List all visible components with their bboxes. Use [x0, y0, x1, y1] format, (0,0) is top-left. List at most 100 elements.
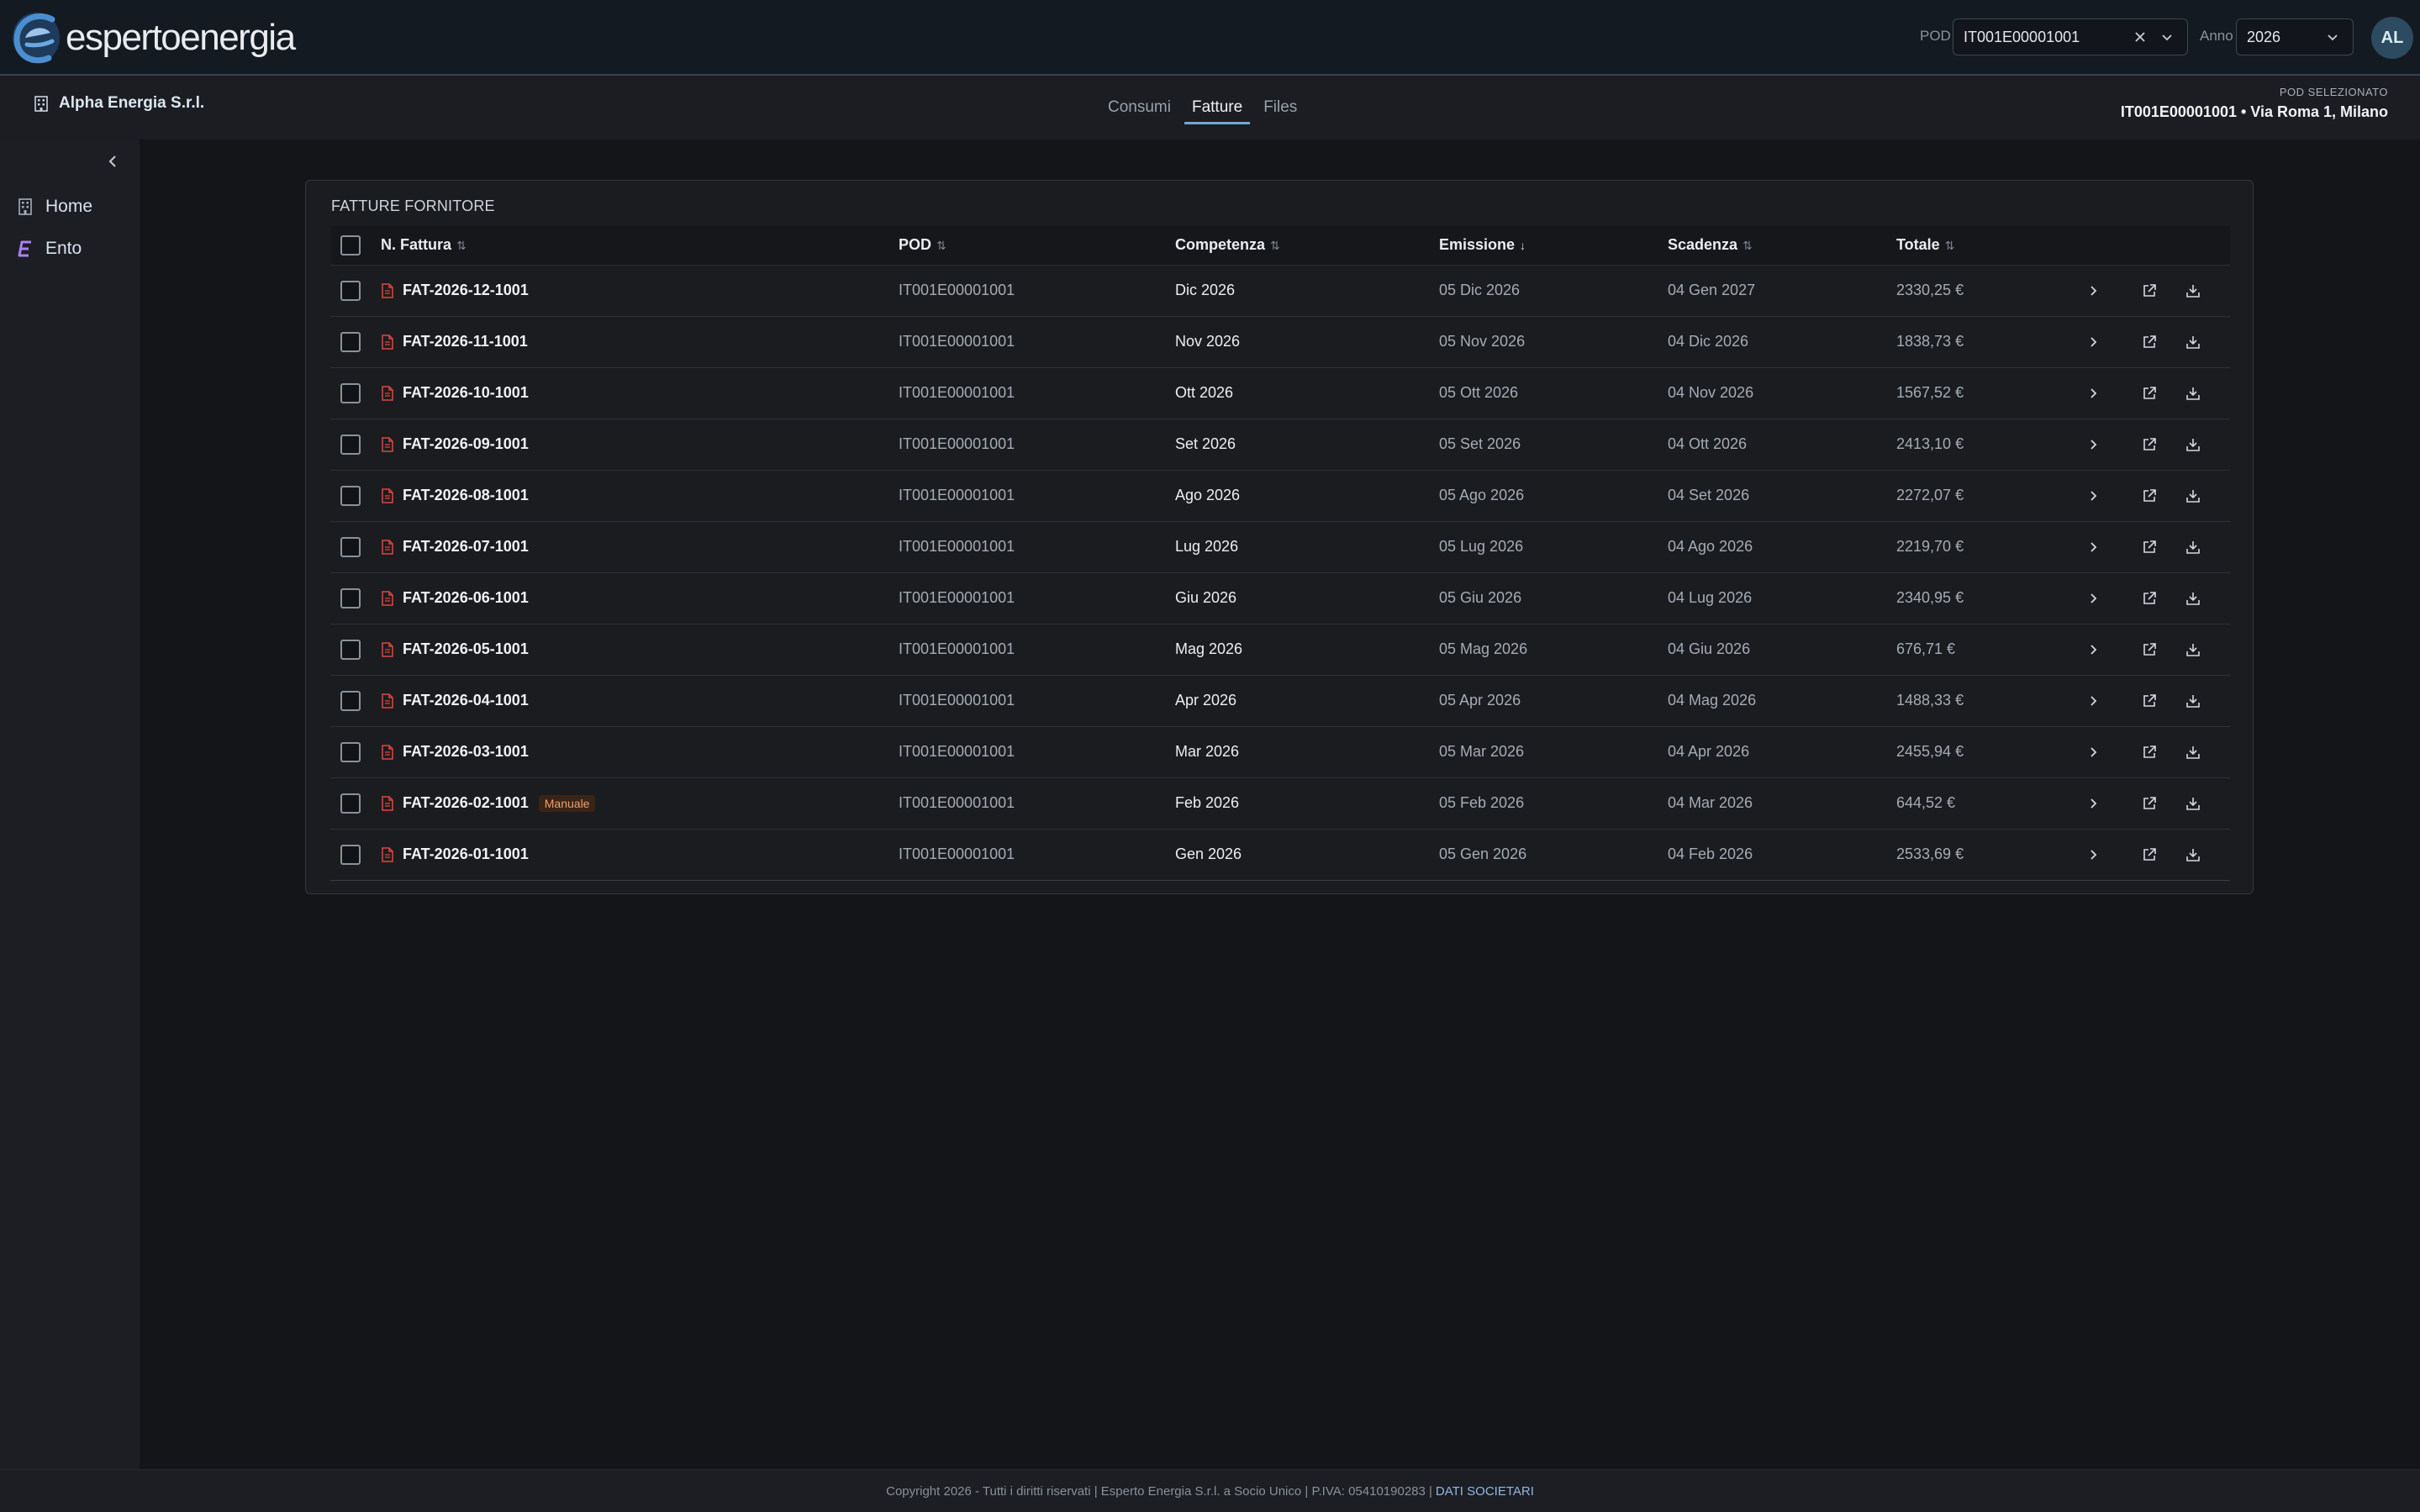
- open-external-icon[interactable]: [2138, 484, 2161, 508]
- invoice-number-cell[interactable]: FAT-2026-11-1001: [381, 316, 899, 367]
- sidebar-item-ento[interactable]: Ento: [17, 239, 82, 259]
- row-checkbox[interactable]: [340, 280, 361, 301]
- chevron-right-icon[interactable]: [2081, 740, 2105, 764]
- chevron-down-icon[interactable]: [2322, 27, 2343, 47]
- row-checkbox[interactable]: [340, 639, 361, 660]
- open-external-icon[interactable]: [2138, 792, 2161, 815]
- row-checkbox[interactable]: [340, 741, 361, 762]
- chevron-right-icon[interactable]: [2081, 433, 2105, 456]
- row-checkbox[interactable]: [340, 382, 361, 403]
- col-header-totale[interactable]: Totale ⇅: [1896, 226, 2081, 265]
- open-external-icon[interactable]: [2138, 279, 2161, 303]
- open-external-icon[interactable]: [2138, 843, 2161, 867]
- download-icon[interactable]: [2181, 433, 2205, 456]
- invoice-number-cell[interactable]: FAT-2026-05-1001: [381, 624, 899, 675]
- col-header-scadenza[interactable]: Scadenza ⇅: [1668, 226, 1896, 265]
- invoice-number-cell[interactable]: FAT-2026-03-1001: [381, 726, 899, 777]
- invoice-number-cell[interactable]: FAT-2026-01-1001: [381, 829, 899, 880]
- table-row[interactable]: FAT-2026-02-1001 Manuale IT001E00001001 F…: [330, 777, 2230, 829]
- chevron-right-icon[interactable]: [2081, 484, 2105, 508]
- table-row[interactable]: FAT-2026-12-1001 IT001E00001001 Dic 2026…: [330, 265, 2230, 316]
- open-external-icon[interactable]: [2138, 535, 2161, 559]
- year-select[interactable]: 2026: [2236, 18, 2354, 55]
- download-icon[interactable]: [2181, 330, 2205, 354]
- invoice-number-cell[interactable]: FAT-2026-12-1001: [381, 265, 899, 316]
- chevron-right-icon[interactable]: [2081, 638, 2105, 661]
- open-external-icon[interactable]: [2138, 382, 2161, 405]
- table-row[interactable]: FAT-2026-01-1001 IT001E00001001 Gen 2026…: [330, 829, 2230, 880]
- invoice-number-cell[interactable]: FAT-2026-08-1001: [381, 470, 899, 521]
- row-checkbox[interactable]: [340, 793, 361, 814]
- pdf-file-icon: [382, 642, 393, 657]
- download-icon[interactable]: [2181, 792, 2205, 815]
- tab-fatture[interactable]: Fatture: [1182, 76, 1252, 140]
- download-icon[interactable]: [2181, 279, 2205, 303]
- user-avatar[interactable]: AL: [2371, 17, 2413, 59]
- chevron-right-icon[interactable]: [2081, 382, 2105, 405]
- open-external-icon[interactable]: [2138, 587, 2161, 610]
- sidebar-item-home[interactable]: Home: [17, 197, 92, 217]
- clear-icon[interactable]: [2130, 27, 2150, 47]
- invoice-number-cell[interactable]: FAT-2026-07-1001: [381, 521, 899, 572]
- table-row[interactable]: FAT-2026-11-1001 IT001E00001001 Nov 2026…: [330, 316, 2230, 367]
- table-row[interactable]: FAT-2026-03-1001 IT001E00001001 Mar 2026…: [330, 726, 2230, 777]
- pod-select[interactable]: IT001E00001001: [1953, 18, 2188, 55]
- scadenza-cell: 04 Feb 2026: [1668, 846, 1753, 862]
- open-external-icon[interactable]: [2138, 638, 2161, 661]
- table-row[interactable]: FAT-2026-08-1001 IT001E00001001 Ago 2026…: [330, 470, 2230, 521]
- chevron-down-icon[interactable]: [2157, 27, 2177, 47]
- dati-societari-link[interactable]: DATI SOCIETARI: [1436, 1484, 1534, 1499]
- chevron-right-icon[interactable]: [2081, 535, 2105, 559]
- open-external-icon[interactable]: [2138, 689, 2161, 713]
- tab-files[interactable]: Files: [1253, 76, 1307, 140]
- totale-cell: 1488,33 €: [1896, 692, 1964, 709]
- emissione-cell: 05 Apr 2026: [1439, 692, 1521, 709]
- row-checkbox[interactable]: [340, 331, 361, 352]
- download-icon[interactable]: [2181, 535, 2205, 559]
- chevron-right-icon[interactable]: [2081, 587, 2105, 610]
- row-checkbox[interactable]: [340, 587, 361, 608]
- row-checkbox[interactable]: [340, 434, 361, 455]
- chevron-right-icon[interactable]: [2081, 792, 2105, 815]
- tab-consumi[interactable]: Consumi: [1098, 76, 1181, 140]
- chevron-left-icon[interactable]: [104, 153, 121, 170]
- row-checkbox[interactable]: [340, 690, 361, 711]
- col-header-competenza[interactable]: Competenza ⇅: [1175, 226, 1439, 265]
- competenza-cell: Lug 2026: [1175, 538, 1239, 555]
- chevron-right-icon[interactable]: [2081, 279, 2105, 303]
- chevron-right-icon[interactable]: [2081, 843, 2105, 867]
- invoice-number-cell[interactable]: FAT-2026-10-1001: [381, 367, 899, 419]
- select-all-checkbox[interactable]: [340, 234, 361, 256]
- chevron-right-icon[interactable]: [2081, 330, 2105, 354]
- row-checkbox[interactable]: [340, 844, 361, 865]
- table-row[interactable]: FAT-2026-06-1001 IT001E00001001 Giu 2026…: [330, 572, 2230, 624]
- competenza-cell: Ago 2026: [1175, 487, 1241, 503]
- open-external-icon[interactable]: [2138, 740, 2161, 764]
- row-checkbox[interactable]: [340, 485, 361, 506]
- table-row[interactable]: FAT-2026-05-1001 IT001E00001001 Mag 2026…: [330, 624, 2230, 675]
- download-icon[interactable]: [2181, 843, 2205, 867]
- brand-logo[interactable]: espertoenergia: [10, 7, 296, 69]
- table-row[interactable]: FAT-2026-04-1001 IT001E00001001 Apr 2026…: [330, 675, 2230, 726]
- download-icon[interactable]: [2181, 638, 2205, 661]
- col-header-n-fattura[interactable]: N. Fattura ⇅: [381, 226, 899, 265]
- invoice-number-cell[interactable]: FAT-2026-06-1001: [381, 572, 899, 624]
- row-checkbox[interactable]: [340, 536, 361, 557]
- invoice-number-cell[interactable]: FAT-2026-04-1001: [381, 675, 899, 726]
- table-row[interactable]: FAT-2026-10-1001 IT001E00001001 Ott 2026…: [330, 367, 2230, 419]
- open-external-icon[interactable]: [2138, 433, 2161, 456]
- download-icon[interactable]: [2181, 484, 2205, 508]
- download-icon[interactable]: [2181, 689, 2205, 713]
- download-icon[interactable]: [2181, 587, 2205, 610]
- invoice-number-cell[interactable]: FAT-2026-02-1001 Manuale: [381, 777, 899, 829]
- invoice-number-cell[interactable]: FAT-2026-09-1001: [381, 419, 899, 470]
- table-row[interactable]: FAT-2026-07-1001 IT001E00001001 Lug 2026…: [330, 521, 2230, 572]
- chevron-right-icon[interactable]: [2081, 689, 2105, 713]
- download-icon[interactable]: [2181, 382, 2205, 405]
- download-icon[interactable]: [2181, 740, 2205, 764]
- col-header-pod[interactable]: POD ⇅: [899, 226, 1175, 265]
- invoice-number: FAT-2026-06-1001: [403, 589, 529, 606]
- open-external-icon[interactable]: [2138, 330, 2161, 354]
- col-header-emissione[interactable]: Emissione ↓: [1439, 226, 1668, 265]
- table-row[interactable]: FAT-2026-09-1001 IT001E00001001 Set 2026…: [330, 419, 2230, 470]
